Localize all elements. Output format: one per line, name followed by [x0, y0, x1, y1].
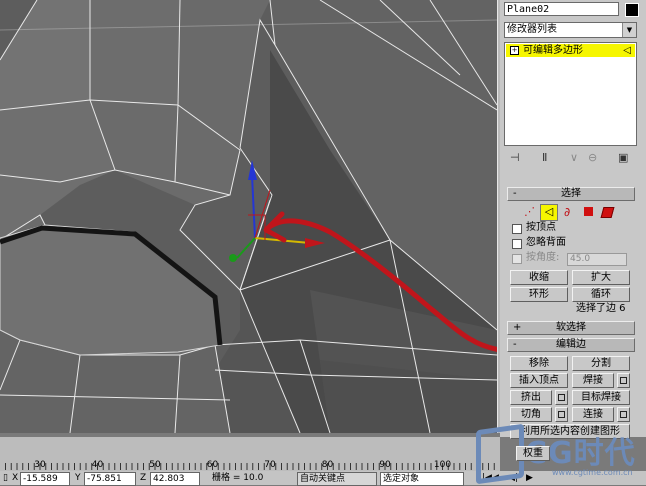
stack-toolbar: ⊣ Ⅱ ∨ ⊖ ▣ [504, 150, 637, 168]
perspective-viewport[interactable] [0, 0, 497, 433]
angle-spinner[interactable]: 45.0 [567, 253, 627, 266]
lock-selection-icon[interactable]: ▯ [3, 472, 8, 485]
weld-button[interactable]: 焊接 [572, 373, 614, 388]
y-coord-field[interactable]: -75.851 [84, 472, 136, 486]
modifier-stack[interactable]: + 可编辑多边形 ◁ [504, 42, 637, 146]
modifier-list-label: 修改器列表 [507, 24, 557, 35]
timeline-ruler: 30 40 50 60 70 80 90 100 [5, 460, 495, 470]
weld-settings-button[interactable] [617, 373, 630, 388]
timeline-tick-label: 80 [322, 460, 334, 470]
show-end-result-icon[interactable]: Ⅱ [542, 151, 547, 164]
ring-button[interactable]: 环形 [510, 287, 568, 302]
x-coord-field[interactable]: -15.589 [20, 472, 70, 486]
element-icon[interactable] [600, 207, 615, 218]
stack-item-label: 可编辑多边形 [523, 45, 583, 56]
selection-status: 选择了边 6 [576, 303, 626, 314]
configure-modifier-sets-icon[interactable]: ▣ [618, 151, 628, 164]
auto-key-button[interactable]: 自动关键点 [297, 472, 377, 486]
by-angle-checkbox[interactable] [512, 254, 522, 264]
connect-button[interactable]: 连接 [572, 407, 614, 422]
by-vertex-checkbox[interactable] [512, 224, 522, 234]
by-vertex-label: 按顶点 [526, 222, 556, 233]
extrude-settings-button[interactable] [555, 390, 568, 405]
z-coord-field[interactable]: 42.803 [150, 472, 200, 486]
extrude-button[interactable]: 挤出 [510, 390, 552, 405]
object-color-swatch[interactable] [625, 3, 639, 17]
timeline-tick-label: 40 [92, 460, 104, 470]
remove-modifier-icon[interactable]: ⊖ [588, 151, 597, 164]
soft-selection-rollout-header[interactable]: + 软选择 [507, 321, 635, 335]
stack-item-editable-poly[interactable]: + 可编辑多边形 ◁ [506, 44, 635, 57]
target-weld-button[interactable]: 目标焊接 [572, 390, 630, 405]
timeline-tick-label: 70 [264, 460, 276, 470]
y-coord-label: Y [75, 473, 81, 483]
edit-edges-rollout-header[interactable]: - 编辑边 [507, 338, 635, 352]
loop-button[interactable]: 循环 [572, 287, 630, 302]
border-icon[interactable]: ∂ [564, 205, 570, 219]
selected-object-dropdown[interactable]: 选定对象 [380, 472, 464, 486]
ignore-backfacing-checkbox[interactable] [512, 239, 522, 249]
timeline-tick-label: 30 [34, 460, 46, 470]
grid-size-label: 栅格 = 10.0 [212, 473, 264, 483]
ignore-backfacing-label: 忽略背面 [526, 237, 566, 248]
watermark: CG时代 www.cgtime.com.cn [470, 422, 640, 485]
expand-icon[interactable]: + [510, 45, 519, 55]
object-name-field[interactable]: Plane02 [504, 2, 619, 16]
remove-button[interactable]: 移除 [510, 356, 568, 371]
collapse-icon: - [513, 339, 517, 350]
edge-icon[interactable]: ◁ [540, 204, 558, 221]
weight-button[interactable]: 权重 [516, 446, 550, 461]
expand-icon: + [513, 322, 522, 333]
timeline-tick-label: 100 [434, 460, 451, 470]
watermark-url: www.cgtime.com.cn [552, 468, 633, 477]
polygon-icon[interactable] [584, 207, 593, 216]
selection-rollout-title: 选择 [561, 188, 581, 199]
by-angle-label: 按角度: [526, 252, 560, 263]
x-coord-label: X [12, 473, 19, 483]
grow-button[interactable]: 扩大 [572, 270, 630, 285]
connect-settings-button[interactable] [617, 407, 630, 422]
timeline-tick-label: 50 [149, 460, 161, 470]
shrink-button[interactable]: 收缩 [510, 270, 568, 285]
edge-subobject-icon: ◁ [623, 45, 631, 56]
vertex-icon[interactable]: ⋰ [524, 205, 535, 218]
command-panel: Plane02 修改器列表 ▼ + 可编辑多边形 ◁ ⊣ Ⅱ ∨ ⊖ ▣ - 选择… [500, 0, 646, 439]
chamfer-button[interactable]: 切角 [510, 407, 552, 422]
chevron-down-icon: ▼ [622, 23, 636, 37]
mesh-render [0, 0, 497, 433]
soft-selection-rollout-title: 软选择 [556, 322, 586, 333]
modifier-list-dropdown[interactable]: 修改器列表 ▼ [504, 22, 637, 38]
timeline-tick-label: 60 [207, 460, 219, 470]
z-coord-label: Z [140, 473, 147, 483]
timeline-tick-label: 90 [379, 460, 391, 470]
insert-vertex-button[interactable]: 插入顶点 [510, 373, 568, 388]
split-button[interactable]: 分割 [572, 356, 630, 371]
collapse-icon: - [513, 188, 517, 199]
make-unique-icon[interactable]: ∨ [570, 151, 578, 164]
selection-rollout-header[interactable]: - 选择 [507, 187, 635, 201]
edit-edges-rollout-title: 编辑边 [556, 339, 586, 350]
chamfer-settings-button[interactable] [555, 407, 568, 422]
time-slider-track[interactable]: 30 40 50 60 70 80 90 100 [0, 437, 500, 471]
pin-stack-icon[interactable]: ⊣ [510, 151, 520, 164]
